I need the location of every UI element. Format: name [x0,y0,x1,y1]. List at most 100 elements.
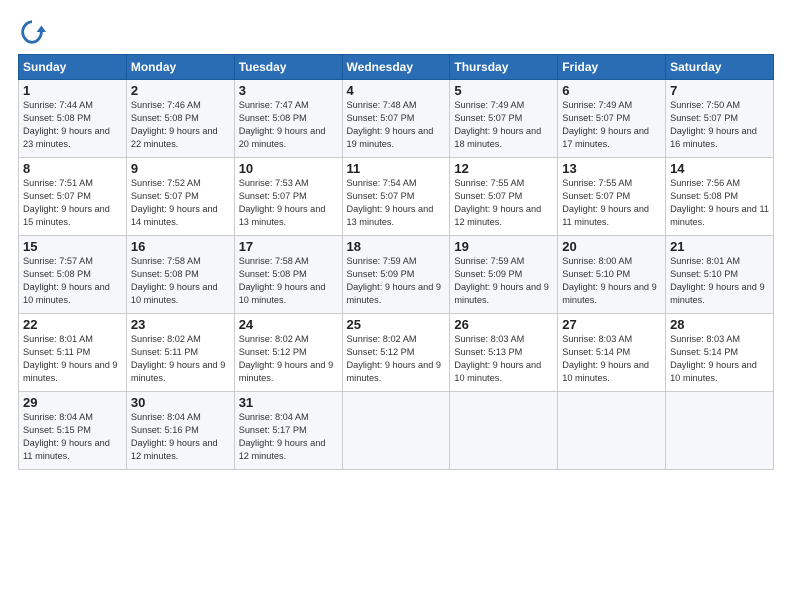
day-number: 25 [347,317,446,332]
cell-content: Sunrise: 8:02 AMSunset: 5:12 PMDaylight:… [239,334,334,383]
calendar-cell: 24 Sunrise: 8:02 AMSunset: 5:12 PMDayligh… [234,314,342,392]
day-number: 6 [562,83,661,98]
calendar-table: SundayMondayTuesdayWednesdayThursdayFrid… [18,54,774,470]
day-number: 26 [454,317,553,332]
calendar-cell: 29Sunrise: 8:04 AMSunset: 5:15 PMDayligh… [19,392,127,470]
cell-content: Sunrise: 8:04 AMSunset: 5:17 PMDaylight:… [239,412,326,461]
day-number: 27 [562,317,661,332]
calendar-cell: 11 Sunrise: 7:54 AMSunset: 5:07 PMDayligh… [342,158,450,236]
calendar-cell: 16 Sunrise: 7:58 AMSunset: 5:08 PMDayligh… [126,236,234,314]
cell-content: Sunrise: 7:46 AMSunset: 5:08 PMDaylight:… [131,100,218,149]
cell-content: Sunrise: 7:56 AMSunset: 5:08 PMDaylight:… [670,178,769,227]
cell-content: Sunrise: 7:50 AMSunset: 5:07 PMDaylight:… [670,100,757,149]
cell-content: Sunrise: 7:53 AMSunset: 5:07 PMDaylight:… [239,178,326,227]
day-number: 5 [454,83,553,98]
calendar-cell: 25 Sunrise: 8:02 AMSunset: 5:12 PMDayligh… [342,314,450,392]
calendar-cell: 26 Sunrise: 8:03 AMSunset: 5:13 PMDayligh… [450,314,558,392]
week-row-3: 15Sunrise: 7:57 AMSunset: 5:08 PMDayligh… [19,236,774,314]
calendar-cell: 12 Sunrise: 7:55 AMSunset: 5:07 PMDayligh… [450,158,558,236]
calendar-cell: 17Sunrise: 7:58 AMSunset: 5:08 PMDayligh… [234,236,342,314]
day-number: 18 [347,239,446,254]
header [18,18,774,46]
day-number: 31 [239,395,338,410]
calendar-cell: 22 Sunrise: 8:01 AMSunset: 5:11 PMDayligh… [19,314,127,392]
day-number: 19 [454,239,553,254]
day-header-tuesday: Tuesday [234,55,342,80]
calendar-cell: 27 Sunrise: 8:03 AMSunset: 5:14 PMDayligh… [558,314,666,392]
calendar-cell [342,392,450,470]
day-number: 22 [23,317,122,332]
logo-icon [18,18,46,46]
calendar-cell [666,392,774,470]
calendar-cell: 4Sunrise: 7:48 AMSunset: 5:07 PMDaylight… [342,80,450,158]
calendar-cell: 20 Sunrise: 8:00 AMSunset: 5:10 PMDayligh… [558,236,666,314]
cell-content: Sunrise: 7:54 AMSunset: 5:07 PMDaylight:… [347,178,434,227]
week-row-2: 8 Sunrise: 7:51 AMSunset: 5:07 PMDaylight… [19,158,774,236]
day-number: 30 [131,395,230,410]
calendar-cell: 13 Sunrise: 7:55 AMSunset: 5:07 PMDayligh… [558,158,666,236]
cell-content: Sunrise: 7:59 AMSunset: 5:09 PMDaylight:… [347,256,442,305]
cell-content: Sunrise: 7:44 AMSunset: 5:08 PMDaylight:… [23,100,110,149]
day-number: 14 [670,161,769,176]
cell-content: Sunrise: 8:01 AMSunset: 5:11 PMDaylight:… [23,334,118,383]
cell-content: Sunrise: 8:04 AMSunset: 5:16 PMDaylight:… [131,412,218,461]
day-number: 3 [239,83,338,98]
day-number: 28 [670,317,769,332]
day-number: 4 [347,83,446,98]
week-row-5: 29Sunrise: 8:04 AMSunset: 5:15 PMDayligh… [19,392,774,470]
day-header-wednesday: Wednesday [342,55,450,80]
calendar-cell: 31 Sunrise: 8:04 AMSunset: 5:17 PMDayligh… [234,392,342,470]
cell-content: Sunrise: 8:03 AMSunset: 5:13 PMDaylight:… [454,334,541,383]
cell-content: Sunrise: 7:47 AMSunset: 5:08 PMDaylight:… [239,100,326,149]
day-number: 11 [347,161,446,176]
day-header-sunday: Sunday [19,55,127,80]
day-number: 21 [670,239,769,254]
cell-content: Sunrise: 8:01 AMSunset: 5:10 PMDaylight:… [670,256,765,305]
calendar-cell: 2 Sunrise: 7:46 AMSunset: 5:08 PMDaylight… [126,80,234,158]
page: SundayMondayTuesdayWednesdayThursdayFrid… [0,0,792,480]
day-header-saturday: Saturday [666,55,774,80]
cell-content: Sunrise: 7:49 AMSunset: 5:07 PMDaylight:… [562,100,649,149]
calendar-cell: 7Sunrise: 7:50 AMSunset: 5:07 PMDaylight… [666,80,774,158]
cell-content: Sunrise: 7:59 AMSunset: 5:09 PMDaylight:… [454,256,549,305]
cell-content: Sunrise: 8:02 AMSunset: 5:11 PMDaylight:… [131,334,226,383]
day-number: 17 [239,239,338,254]
cell-content: Sunrise: 7:55 AMSunset: 5:07 PMDaylight:… [454,178,541,227]
day-number: 13 [562,161,661,176]
calendar-cell: 6 Sunrise: 7:49 AMSunset: 5:07 PMDaylight… [558,80,666,158]
cell-content: Sunrise: 7:58 AMSunset: 5:08 PMDaylight:… [131,256,218,305]
day-number: 20 [562,239,661,254]
logo [18,18,50,46]
calendar-cell: 10Sunrise: 7:53 AMSunset: 5:07 PMDayligh… [234,158,342,236]
day-header-friday: Friday [558,55,666,80]
calendar-cell: 8 Sunrise: 7:51 AMSunset: 5:07 PMDaylight… [19,158,127,236]
week-row-4: 22 Sunrise: 8:01 AMSunset: 5:11 PMDayligh… [19,314,774,392]
calendar-cell: 23 Sunrise: 8:02 AMSunset: 5:11 PMDayligh… [126,314,234,392]
cell-content: Sunrise: 7:49 AMSunset: 5:07 PMDaylight:… [454,100,541,149]
day-number: 23 [131,317,230,332]
calendar-cell: 3 Sunrise: 7:47 AMSunset: 5:08 PMDaylight… [234,80,342,158]
day-number: 9 [131,161,230,176]
cell-content: Sunrise: 7:52 AMSunset: 5:07 PMDaylight:… [131,178,218,227]
header-row: SundayMondayTuesdayWednesdayThursdayFrid… [19,55,774,80]
cell-content: Sunrise: 8:02 AMSunset: 5:12 PMDaylight:… [347,334,442,383]
day-number: 15 [23,239,122,254]
day-number: 29 [23,395,122,410]
calendar-cell: 5 Sunrise: 7:49 AMSunset: 5:07 PMDaylight… [450,80,558,158]
calendar-cell [450,392,558,470]
calendar-cell: 15Sunrise: 7:57 AMSunset: 5:08 PMDayligh… [19,236,127,314]
cell-content: Sunrise: 7:55 AMSunset: 5:07 PMDaylight:… [562,178,649,227]
day-number: 16 [131,239,230,254]
day-number: 1 [23,83,122,98]
day-number: 24 [239,317,338,332]
day-number: 12 [454,161,553,176]
day-number: 8 [23,161,122,176]
week-row-1: 1 Sunrise: 7:44 AMSunset: 5:08 PMDaylight… [19,80,774,158]
cell-content: Sunrise: 8:00 AMSunset: 5:10 PMDaylight:… [562,256,657,305]
cell-content: Sunrise: 8:03 AMSunset: 5:14 PMDaylight:… [562,334,649,383]
day-header-monday: Monday [126,55,234,80]
day-number: 2 [131,83,230,98]
cell-content: Sunrise: 7:51 AMSunset: 5:07 PMDaylight:… [23,178,110,227]
calendar-cell [558,392,666,470]
calendar-cell: 28Sunrise: 8:03 AMSunset: 5:14 PMDayligh… [666,314,774,392]
